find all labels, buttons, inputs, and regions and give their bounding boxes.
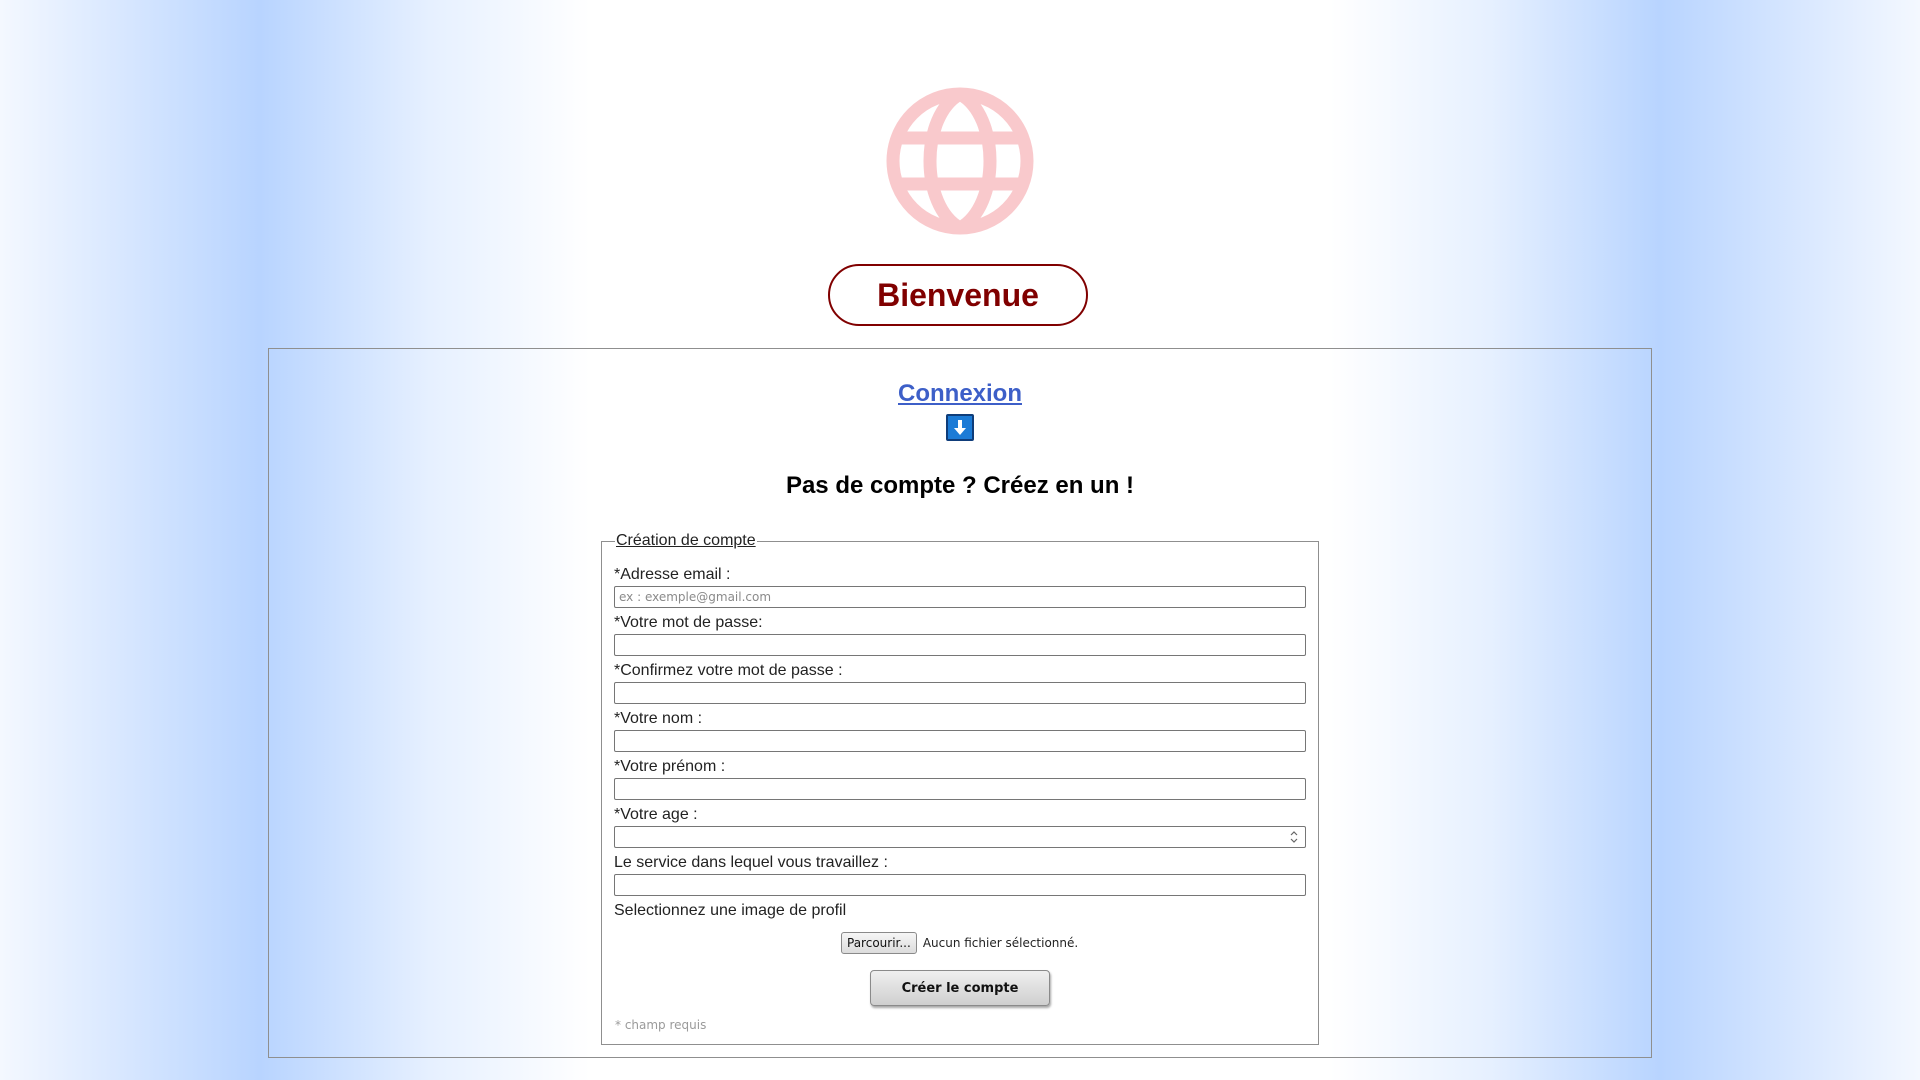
age-stepper[interactable]	[1285, 827, 1303, 847]
age-label: *Votre age :	[614, 806, 698, 823]
last-name-label: *Votre nom :	[614, 710, 703, 727]
welcome-banner: Bienvenue	[828, 264, 1088, 326]
password-label: *Votre mot de passe:	[614, 614, 763, 631]
file-picker: Parcourir... Aucun fichier sélectionné.	[841, 932, 1078, 954]
login-link[interactable]: Connexion	[0, 380, 1920, 408]
email-label: *Adresse email :	[614, 566, 731, 583]
signup-title: Pas de compte ? Créez en un !	[785, 472, 1135, 499]
profile-image-label: Selectionnez une image de profil	[614, 902, 847, 919]
age-field[interactable]	[614, 826, 1306, 848]
email-field[interactable]	[614, 586, 1306, 608]
service-field[interactable]	[614, 874, 1306, 896]
arrow-down-icon	[946, 414, 974, 441]
globe-icon	[886, 87, 1034, 235]
confirm-password-label: *Confirmez votre mot de passe :	[614, 662, 843, 679]
password-field[interactable]	[614, 634, 1306, 656]
first-name-field[interactable]	[614, 778, 1306, 800]
create-account-button[interactable]: Créer le compte	[870, 970, 1050, 1006]
required-note: * champ requis	[615, 1018, 707, 1032]
confirm-password-field[interactable]	[614, 682, 1306, 704]
service-label: Le service dans lequel vous travaillez :	[614, 854, 888, 871]
browse-button[interactable]: Parcourir...	[841, 932, 917, 954]
signup-legend: Création de compte	[616, 532, 756, 549]
last-name-field[interactable]	[614, 730, 1306, 752]
file-status: Aucun fichier sélectionné.	[922, 936, 1079, 950]
first-name-label: *Votre prénom :	[614, 758, 726, 775]
